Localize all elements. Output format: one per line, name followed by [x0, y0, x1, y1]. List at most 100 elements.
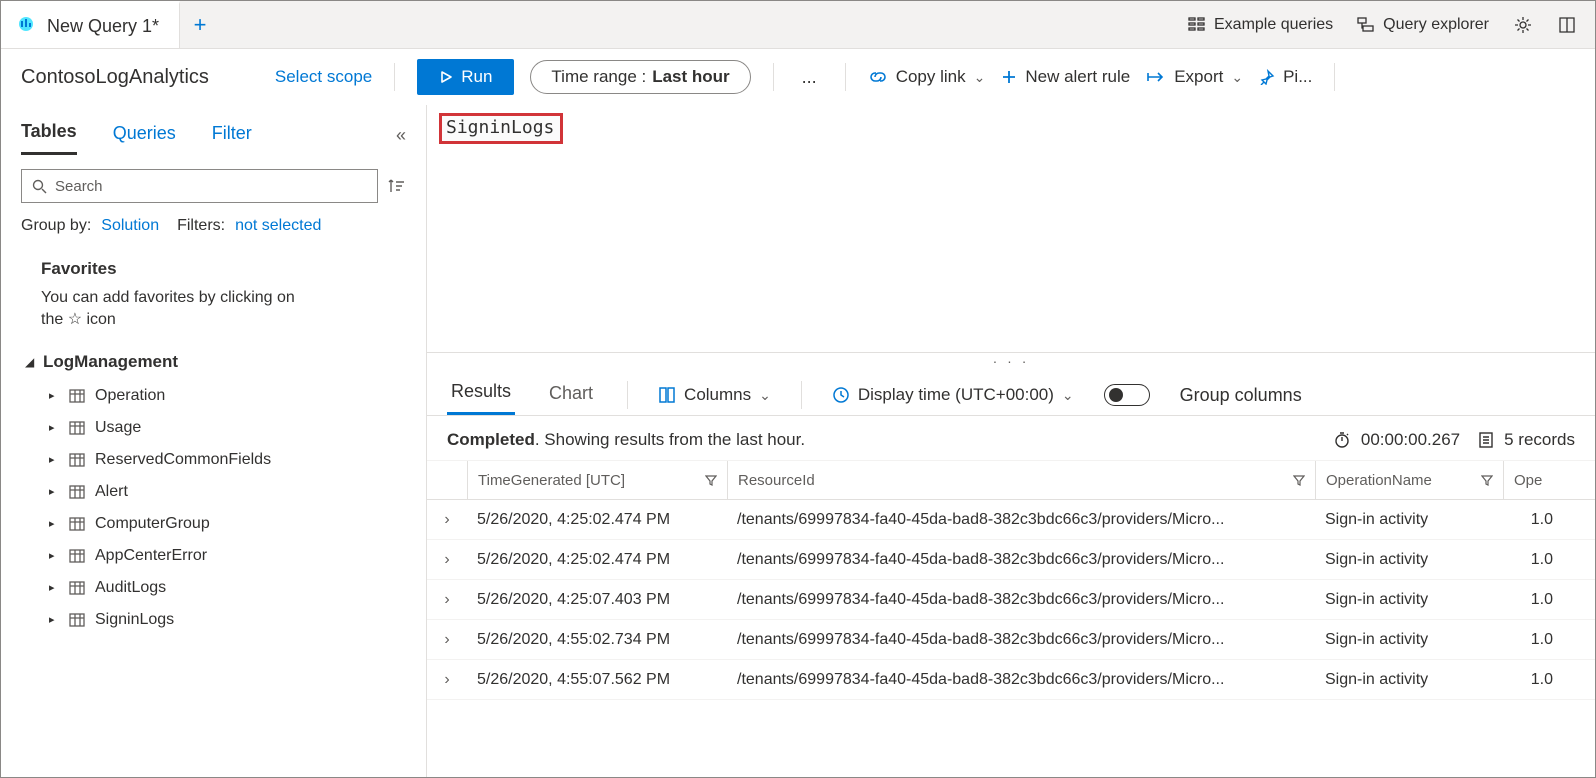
stopwatch-icon	[1333, 431, 1351, 449]
expand-button[interactable]: ›	[427, 543, 467, 577]
cell-operation: Sign-in activity	[1315, 543, 1503, 577]
pin-button[interactable]: Pi...	[1259, 67, 1312, 87]
groupby-label: Group by:	[21, 217, 91, 235]
select-scope-link[interactable]: Select scope	[275, 67, 372, 87]
caret-right-icon: ▸	[49, 453, 59, 466]
filter-icon[interactable]	[1293, 474, 1305, 486]
table-row[interactable]: ›5/26/2020, 4:55:07.562 PM/tenants/69997…	[427, 660, 1595, 700]
caret-right-icon: ▸	[49, 485, 59, 498]
display-time-button[interactable]: Display time (UTC+00:00) ⌄	[832, 385, 1074, 405]
schema-tree: ◢ LogManagement ▸Operation▸Usage▸Reserve…	[1, 344, 426, 636]
sidebar-search-row: Search	[1, 155, 426, 213]
main-body: Tables Queries Filter « Search Group by:	[1, 105, 1595, 777]
cell-time: 5/26/2020, 4:25:02.474 PM	[467, 543, 727, 577]
caret-right-icon: ▸	[49, 549, 59, 562]
tree-item[interactable]: ▸AppCenterError	[49, 540, 406, 572]
search-input[interactable]: Search	[21, 169, 378, 203]
table-icon	[69, 613, 85, 627]
settings-button[interactable]	[1513, 15, 1533, 35]
example-queries-button[interactable]: Example queries	[1188, 16, 1333, 34]
col-resourceid[interactable]: ResourceId	[727, 461, 1315, 499]
clock-icon	[832, 386, 850, 404]
tree-item[interactable]: ▸SigninLogs	[49, 604, 406, 636]
group-columns-toggle[interactable]	[1104, 384, 1150, 406]
sidebar-tab-tables[interactable]: Tables	[21, 115, 77, 155]
tree-item[interactable]: ▸Operation	[49, 380, 406, 412]
tree-item[interactable]: ▸Usage	[49, 412, 406, 444]
status-text: Completed. Showing results from the last…	[447, 430, 1315, 450]
sidebar-tab-queries[interactable]: Queries	[113, 117, 176, 154]
expand-button[interactable]: ›	[427, 503, 467, 537]
columns-button[interactable]: Columns ⌄	[658, 385, 771, 405]
results-tab[interactable]: Results	[447, 375, 515, 415]
cell-time: 5/26/2020, 4:25:07.403 PM	[467, 583, 727, 617]
collapse-sidebar-button[interactable]: «	[396, 125, 406, 146]
table-row[interactable]: ›5/26/2020, 4:25:07.403 PM/tenants/69997…	[427, 580, 1595, 620]
groupby-value[interactable]: Solution	[101, 217, 159, 235]
folder-tree-icon	[1357, 16, 1375, 34]
filter-icon[interactable]	[705, 474, 717, 486]
docs-panel-button[interactable]	[1557, 15, 1577, 35]
sort-button[interactable]	[388, 177, 406, 195]
query-explorer-label: Query explorer	[1383, 16, 1489, 34]
more-button[interactable]: ...	[796, 67, 823, 88]
expand-button[interactable]: ›	[427, 663, 467, 697]
plus-icon	[1001, 69, 1017, 85]
table-row[interactable]: ›5/26/2020, 4:55:02.734 PM/tenants/69997…	[427, 620, 1595, 660]
col-timegenerated[interactable]: TimeGenerated [UTC]	[467, 461, 727, 499]
query-editor[interactable]: SigninLogs	[427, 105, 1595, 353]
tree-item[interactable]: ▸Alert	[49, 476, 406, 508]
table-icon	[69, 549, 85, 563]
chevron-right-icon: ›	[444, 551, 449, 568]
col-operationname[interactable]: OperationName	[1315, 461, 1503, 499]
cell-version: 1.0	[1503, 663, 1563, 697]
cell-time: 5/26/2020, 4:55:07.562 PM	[467, 663, 727, 697]
separator	[773, 63, 774, 91]
new-alert-button[interactable]: New alert rule	[1001, 67, 1130, 87]
tree-item[interactable]: ▸ComputerGroup	[49, 508, 406, 540]
col-other[interactable]: Ope	[1503, 461, 1563, 499]
filters-value[interactable]: not selected	[235, 217, 321, 235]
favorites-header: Favorites	[1, 239, 426, 283]
sidebar-filter-row: Group by: Solution Filters: not selected	[1, 213, 426, 239]
tree-node-logmanagement[interactable]: ◢ LogManagement	[21, 344, 406, 380]
copy-link-label: Copy link	[896, 67, 966, 87]
table-icon	[69, 581, 85, 595]
export-button[interactable]: Export ⌄	[1146, 67, 1243, 87]
copy-link-button[interactable]: Copy link ⌄	[868, 67, 986, 87]
queries-icon	[1188, 16, 1206, 34]
caret-right-icon: ▸	[49, 517, 59, 530]
records-value: 5 records	[1504, 430, 1575, 450]
tree-item-label: ReservedCommonFields	[95, 451, 271, 469]
tree-item-label: Usage	[95, 419, 141, 437]
query-explorer-button[interactable]: Query explorer	[1357, 16, 1489, 34]
grid-body: ›5/26/2020, 4:25:02.474 PM/tenants/69997…	[427, 500, 1595, 700]
col-resource-label: ResourceId	[738, 472, 815, 489]
records-icon	[1478, 431, 1494, 449]
new-tab-button[interactable]: +	[180, 12, 220, 38]
caret-right-icon: ▸	[49, 389, 59, 402]
run-button[interactable]: Run	[417, 59, 514, 95]
chevron-right-icon: ›	[444, 631, 449, 648]
expand-button[interactable]: ›	[427, 583, 467, 617]
table-icon	[69, 517, 85, 531]
cell-operation: Sign-in activity	[1315, 583, 1503, 617]
tab-new-query[interactable]: New Query 1*	[1, 1, 180, 48]
split-handle[interactable]: · · ·	[427, 353, 1595, 369]
status-summary: . Showing results from the last hour.	[535, 430, 805, 449]
filter-icon[interactable]	[1481, 474, 1493, 486]
chart-tab[interactable]: Chart	[545, 377, 597, 414]
time-range-picker[interactable]: Time range : Last hour	[530, 60, 750, 94]
cell-operation: Sign-in activity	[1315, 663, 1503, 697]
status-records: 5 records	[1478, 430, 1575, 450]
tree-item[interactable]: ▸AuditLogs	[49, 572, 406, 604]
columns-label: Columns	[684, 385, 751, 405]
main-area: SigninLogs · · · Results Chart Columns ⌄	[427, 105, 1595, 777]
table-row[interactable]: ›5/26/2020, 4:25:02.474 PM/tenants/69997…	[427, 500, 1595, 540]
expand-button[interactable]: ›	[427, 623, 467, 657]
tree-item[interactable]: ▸ ReservedCommonFields	[49, 444, 406, 476]
table-row[interactable]: ›5/26/2020, 4:25:02.474 PM/tenants/69997…	[427, 540, 1595, 580]
duration-value: 00:00:00.267	[1361, 430, 1460, 450]
status-duration: 00:00:00.267	[1333, 430, 1460, 450]
sidebar-tab-filter[interactable]: Filter	[212, 117, 252, 154]
